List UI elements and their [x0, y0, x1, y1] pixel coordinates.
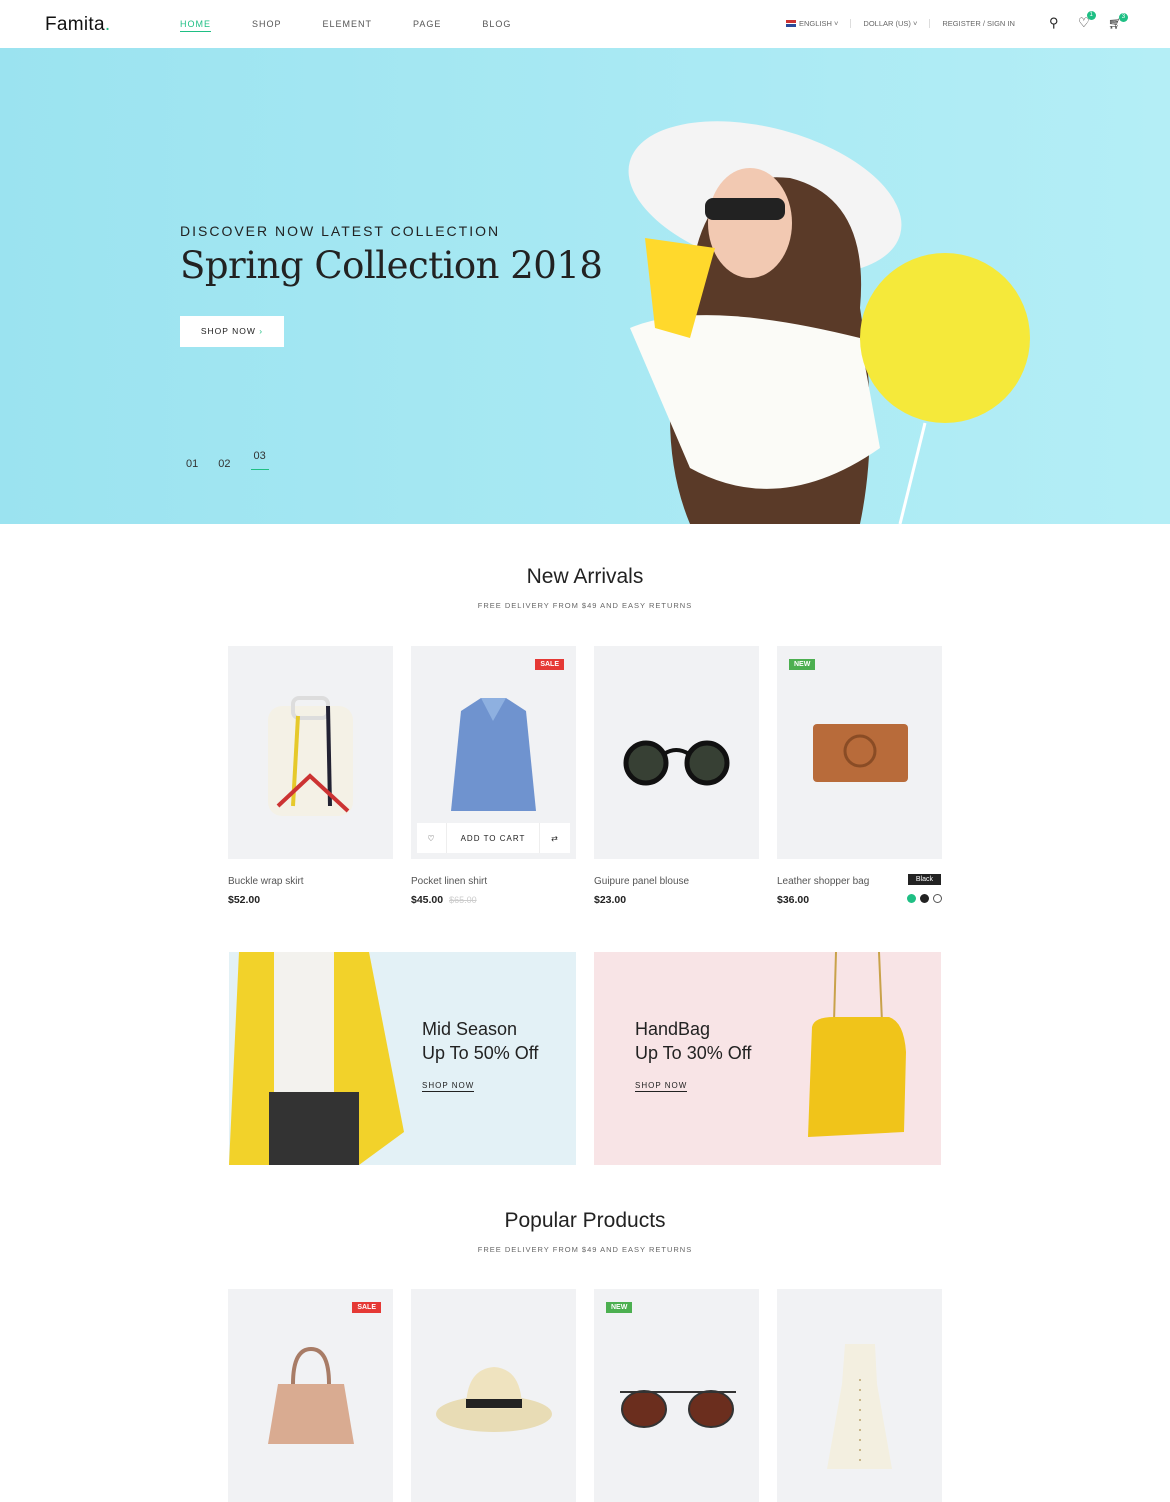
- product-image[interactable]: SALE ♡ ADD TO CART ⇄: [411, 646, 576, 859]
- slide-pagination: 01 02 03: [186, 450, 269, 470]
- sale-badge: SALE: [535, 659, 564, 670]
- banner-line2: Up To 30% Off: [635, 1043, 752, 1063]
- product-card[interactable]: NEW: [594, 1289, 759, 1502]
- sale-badge: SALE: [352, 1302, 381, 1313]
- nav-page[interactable]: PAGE: [413, 19, 441, 32]
- hero-slider: DISCOVER NOW LATEST COLLECTION Spring Co…: [0, 48, 1170, 524]
- add-to-cart-button[interactable]: ADD TO CART: [447, 823, 540, 853]
- nav-home[interactable]: HOME: [180, 19, 211, 32]
- product-image[interactable]: [228, 646, 393, 859]
- slide-1[interactable]: 01: [186, 458, 198, 470]
- main-nav: HOME SHOP ELEMENT PAGE BLOG: [180, 19, 511, 32]
- nav-blog[interactable]: BLOG: [482, 19, 511, 32]
- product-name[interactable]: Buckle wrap skirt: [228, 876, 393, 887]
- slide-2[interactable]: 02: [218, 458, 230, 470]
- product-card[interactable]: [411, 1289, 576, 1502]
- banner-image: [808, 952, 906, 1137]
- product-card[interactable]: Buckle wrap skirt $52.00: [228, 646, 393, 906]
- color-tooltip: Black: [907, 874, 941, 885]
- promo-banner-mid-season[interactable]: Mid Season Up To 50% Off SHOP NOW: [229, 952, 576, 1165]
- swatch-black[interactable]: [920, 894, 929, 903]
- wishlist-icon[interactable]: ♡ 1: [1078, 11, 1096, 31]
- product-image[interactable]: NEW: [777, 646, 942, 859]
- product-card[interactable]: NEW Leather shopper bag $36.00 Black: [777, 646, 942, 906]
- banner-image: [229, 952, 404, 1165]
- cart-count: 3: [1118, 13, 1128, 22]
- hero-shop-now-button[interactable]: SHOP NOW ›: [180, 316, 284, 347]
- product-actions: ♡ ADD TO CART ⇄: [417, 823, 570, 853]
- section-title: Popular Products: [504, 1209, 666, 1232]
- search-icon[interactable]: ⚲: [1049, 15, 1059, 31]
- nav-shop[interactable]: SHOP: [252, 19, 282, 32]
- promo-banner-handbag[interactable]: HandBag Up To 30% Off SHOP NOW: [594, 952, 941, 1165]
- old-price: $65.00: [449, 895, 477, 905]
- product-name[interactable]: Pocket linen shirt: [411, 876, 576, 887]
- hero-title: Spring Collection 2018: [180, 244, 603, 287]
- product-name[interactable]: Guipure panel blouse: [594, 876, 759, 887]
- product-card[interactable]: SALE: [228, 1289, 393, 1502]
- currency-select[interactable]: DOLLAR (US) ˅: [863, 19, 917, 28]
- banner-shop-now-link[interactable]: SHOP NOW: [635, 1081, 688, 1092]
- wishlist-count: 1: [1086, 11, 1096, 20]
- product-image[interactable]: [777, 1289, 942, 1502]
- heart-icon[interactable]: ♡: [417, 823, 447, 853]
- new-badge: NEW: [789, 659, 816, 670]
- color-swatches: [907, 894, 942, 903]
- product-image[interactable]: [411, 1289, 576, 1502]
- product-card[interactable]: [777, 1289, 942, 1502]
- nav-element[interactable]: ELEMENT: [323, 19, 373, 32]
- divider: [850, 19, 852, 28]
- product-image[interactable]: [594, 646, 759, 859]
- divider: [929, 19, 931, 28]
- header: Famita. HOME SHOP ELEMENT PAGE BLOG ENGL…: [0, 0, 1170, 48]
- logo[interactable]: Famita.: [45, 14, 110, 36]
- product-price: $23.00: [594, 894, 627, 906]
- section-subtitle: FREE DELIVERY FROM $49 AND EASY RETURNS: [477, 1245, 693, 1254]
- section-title: New Arrivals: [526, 565, 644, 588]
- product-image[interactable]: NEW: [594, 1289, 759, 1502]
- cart-icon[interactable]: 🛒︎ 3: [1108, 13, 1128, 30]
- language-select[interactable]: ENGLISH ˅: [786, 19, 838, 28]
- compare-icon[interactable]: ⇄: [540, 823, 570, 853]
- product-card[interactable]: Guipure panel blouse $23.00: [594, 646, 759, 906]
- banner-line2: Up To 50% Off: [422, 1043, 539, 1063]
- register-signin-link[interactable]: REGISTER / SIGN IN: [942, 19, 1015, 28]
- banner-line1: HandBag: [635, 1019, 711, 1039]
- product-image[interactable]: SALE: [228, 1289, 393, 1502]
- swatch-green[interactable]: [907, 894, 916, 903]
- swatch-white[interactable]: [933, 894, 942, 903]
- product-price: $45.00 $65.00: [411, 894, 477, 906]
- uk-flag-icon: [786, 20, 796, 27]
- banner-line1: Mid Season: [422, 1019, 518, 1039]
- product-card[interactable]: SALE ♡ ADD TO CART ⇄ Pocket linen shirt …: [411, 646, 576, 906]
- header-tools: ENGLISH ˅ DOLLAR (US) ˅ REGISTER / SIGN …: [786, 19, 1015, 28]
- slide-3[interactable]: 03: [250, 450, 269, 470]
- new-badge: NEW: [606, 1302, 633, 1313]
- section-subtitle: FREE DELIVERY FROM $49 AND EASY RETURNS: [477, 601, 693, 610]
- product-price: $52.00: [228, 894, 261, 906]
- banner-shop-now-link[interactable]: SHOP NOW: [422, 1081, 475, 1092]
- hero-subtitle: DISCOVER NOW LATEST COLLECTION: [180, 223, 501, 239]
